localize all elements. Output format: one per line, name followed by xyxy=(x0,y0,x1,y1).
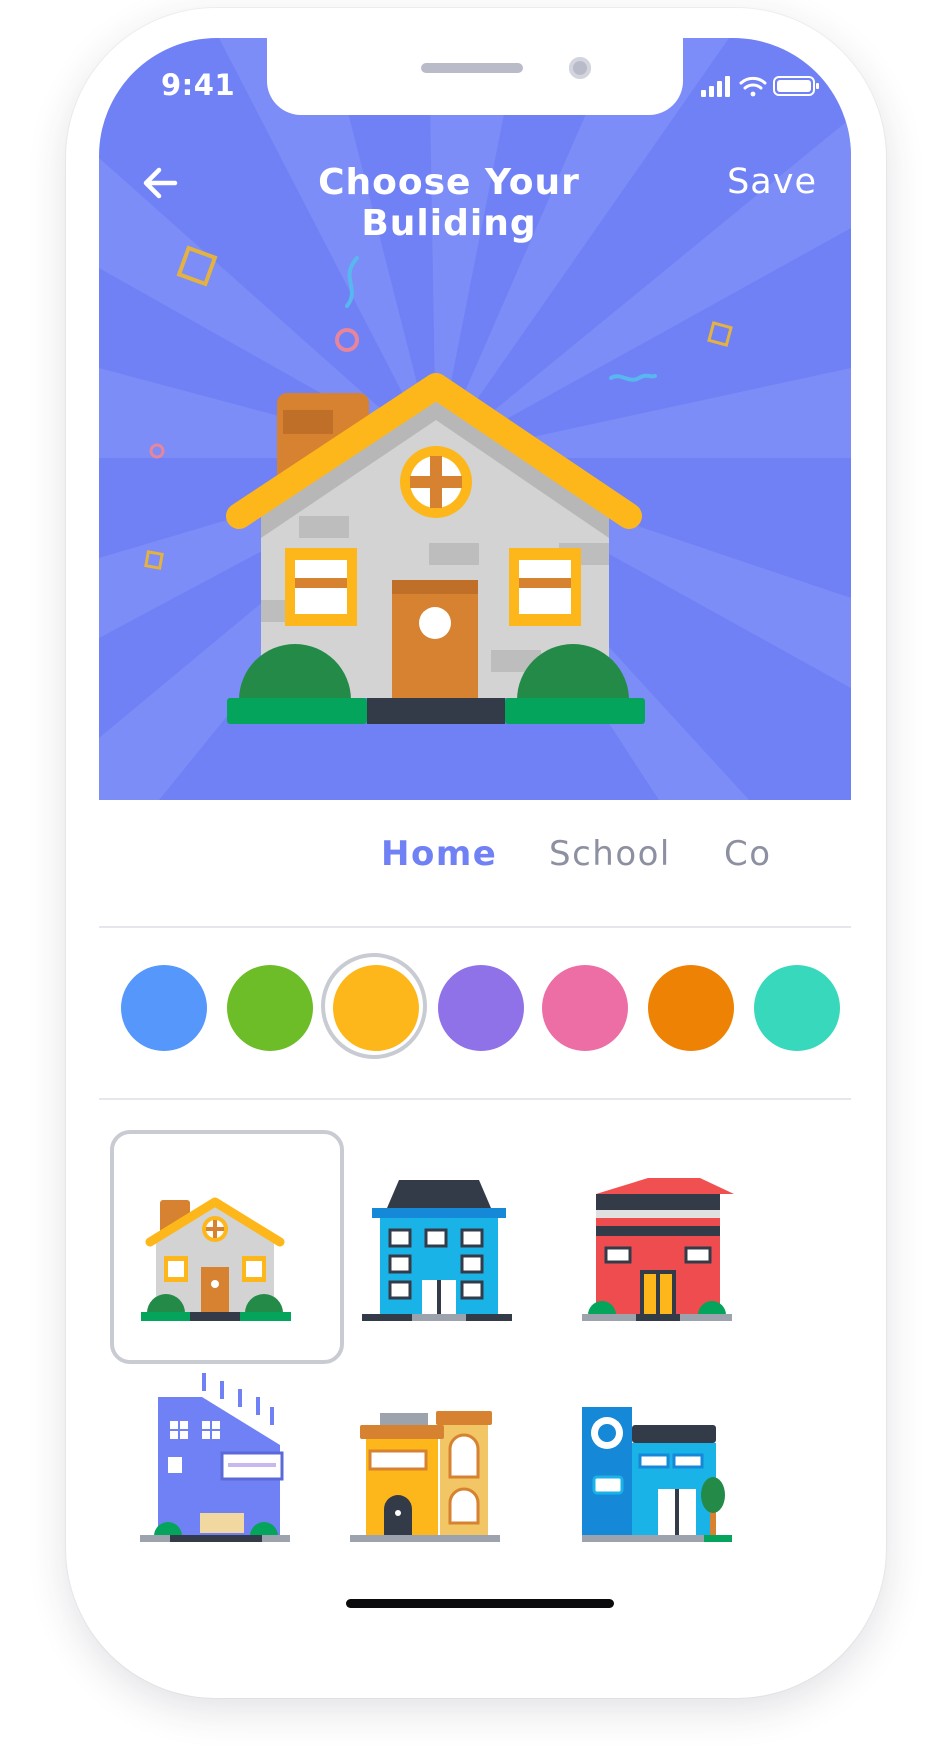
signal-icon xyxy=(701,76,730,97)
building-grid xyxy=(99,1100,851,1560)
building-blue-store[interactable] xyxy=(574,1345,808,1579)
color-swatch-blue[interactable] xyxy=(121,965,207,1051)
building-yellow-house[interactable] xyxy=(110,1130,344,1364)
battery-icon xyxy=(773,76,819,96)
color-swatch-teal[interactable] xyxy=(754,965,840,1051)
tab-home[interactable]: Home xyxy=(381,834,497,874)
color-swatch-pink[interactable] xyxy=(542,965,628,1051)
blue-store-icon xyxy=(582,1407,732,1542)
status-time: 9:41 xyxy=(161,68,236,102)
speaker-grille xyxy=(421,63,523,73)
red-shop-icon xyxy=(582,1178,734,1321)
building-blue-apartment[interactable] xyxy=(342,1130,576,1364)
color-picker xyxy=(99,928,851,1100)
building-red-shop[interactable] xyxy=(574,1130,808,1364)
color-swatch-green[interactable] xyxy=(227,965,313,1051)
top-bar: Choose Your Buliding Save xyxy=(99,148,851,244)
home-indicator[interactable] xyxy=(346,1599,614,1608)
wifi-icon xyxy=(739,76,767,97)
purple-office-icon xyxy=(140,1373,290,1542)
front-camera xyxy=(569,57,591,79)
color-swatch-yellow[interactable] xyxy=(321,953,427,1059)
tab-school[interactable]: School xyxy=(549,834,671,874)
save-button[interactable]: Save xyxy=(727,162,817,202)
status-icons xyxy=(701,76,819,97)
blue-apartment-icon xyxy=(362,1180,512,1321)
building-yellow-townhouse[interactable] xyxy=(342,1345,576,1579)
yellow-townhouse-icon xyxy=(350,1411,500,1542)
tab-co[interactable]: Co xyxy=(724,834,772,874)
page-title: Choose Your Buliding xyxy=(318,162,580,244)
color-swatch-purple[interactable] xyxy=(438,965,524,1051)
yellow-house-icon xyxy=(141,1197,291,1321)
category-tabs: Home School Co xyxy=(99,800,851,928)
building-preview: 9:41 Choose Your Buliding Save xyxy=(99,38,851,800)
arrow-left-icon xyxy=(143,167,178,199)
building-purple-office[interactable] xyxy=(110,1345,344,1579)
color-swatch-orange[interactable] xyxy=(648,965,734,1051)
camera-notch xyxy=(267,38,683,115)
app-screen: 9:41 Choose Your Buliding Save Home Scho… xyxy=(99,38,851,1668)
back-button[interactable] xyxy=(137,158,187,208)
